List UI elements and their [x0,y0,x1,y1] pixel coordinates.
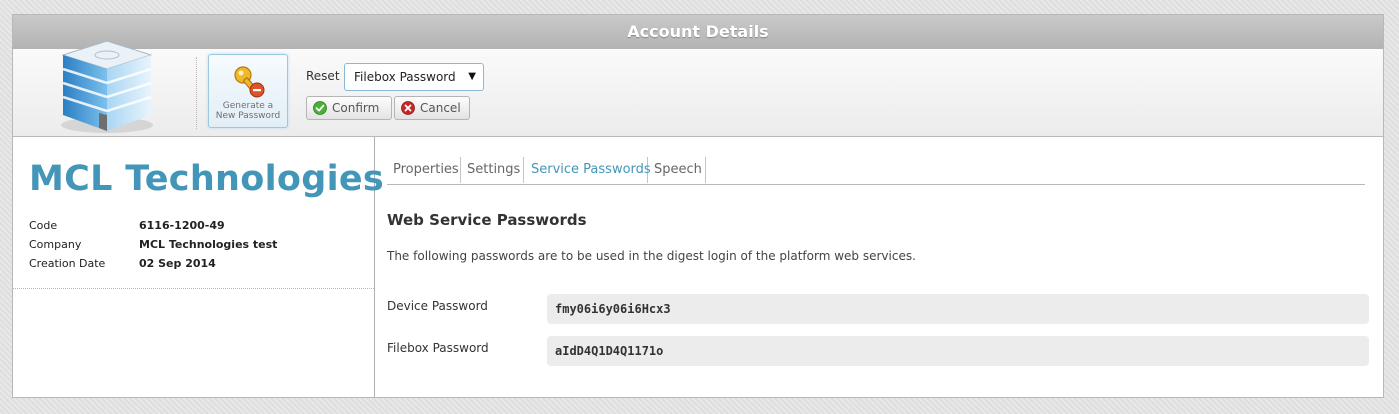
filebox-password-label: Filebox Password [387,341,489,355]
close-icon [401,100,415,115]
confirm-label: Confirm [332,101,380,115]
check-icon [313,100,327,115]
filebox-password-value[interactable]: aIdD4Q1D4Q1171o [547,336,1369,366]
tab-service-passwords[interactable]: Service Passwords [524,157,651,183]
cancel-button[interactable]: Cancel [394,96,470,120]
info-row-code: Code 6116-1200-49 [29,219,359,238]
section-description: The following passwords are to be used i… [387,249,916,263]
building-icon [61,40,153,133]
reset-select-value: Filebox Password [354,70,456,84]
device-password-value[interactable]: fmy06i6y06i6Hcx3 [547,294,1369,324]
info-row-company: Company MCL Technologies test [29,238,359,257]
info-row-creation-date: Creation Date 02 Sep 2014 [29,257,359,276]
generate-password-label: Generate a New Password [215,101,281,121]
section-title: Web Service Passwords [387,211,587,229]
toolbar: Generate a New Password Reset Filebox Pa… [13,40,1383,137]
account-details-window: Account Details Generate a New Password … [12,14,1384,398]
info-value: MCL Technologies test [139,238,278,251]
company-name: MCL Technologies [29,159,385,199]
info-value: 6116-1200-49 [139,219,225,232]
chevron-down-icon: ▼ [468,71,476,82]
tab-bar: Properties Settings Service Passwords Sp… [387,157,1365,185]
key-icon [234,66,265,98]
tab-properties[interactable]: Properties [387,157,461,183]
panel-divider [13,288,374,289]
info-label: Company [29,238,82,251]
tab-settings[interactable]: Settings [461,157,524,183]
details-panel: Properties Settings Service Passwords Sp… [387,137,1369,397]
device-password-label: Device Password [387,299,488,313]
info-label: Code [29,219,58,232]
content-area: MCL Technologies Code 6116-1200-49 Compa… [13,137,1383,397]
reset-password-select[interactable]: Filebox Password ▼ [344,63,484,91]
info-label: Creation Date [29,257,106,270]
company-info: Code 6116-1200-49 Company MCL Technologi… [29,219,359,276]
confirm-button[interactable]: Confirm [306,96,392,120]
tab-speech[interactable]: Speech [648,157,706,183]
company-panel: MCL Technologies Code 6116-1200-49 Compa… [13,137,384,397]
window-title: Account Details [13,15,1383,49]
reset-label: Reset [306,69,340,83]
cancel-label: Cancel [420,101,461,115]
generate-password-button[interactable]: Generate a New Password [208,54,288,128]
info-value: 02 Sep 2014 [139,257,216,270]
toolbar-separator [196,57,197,129]
